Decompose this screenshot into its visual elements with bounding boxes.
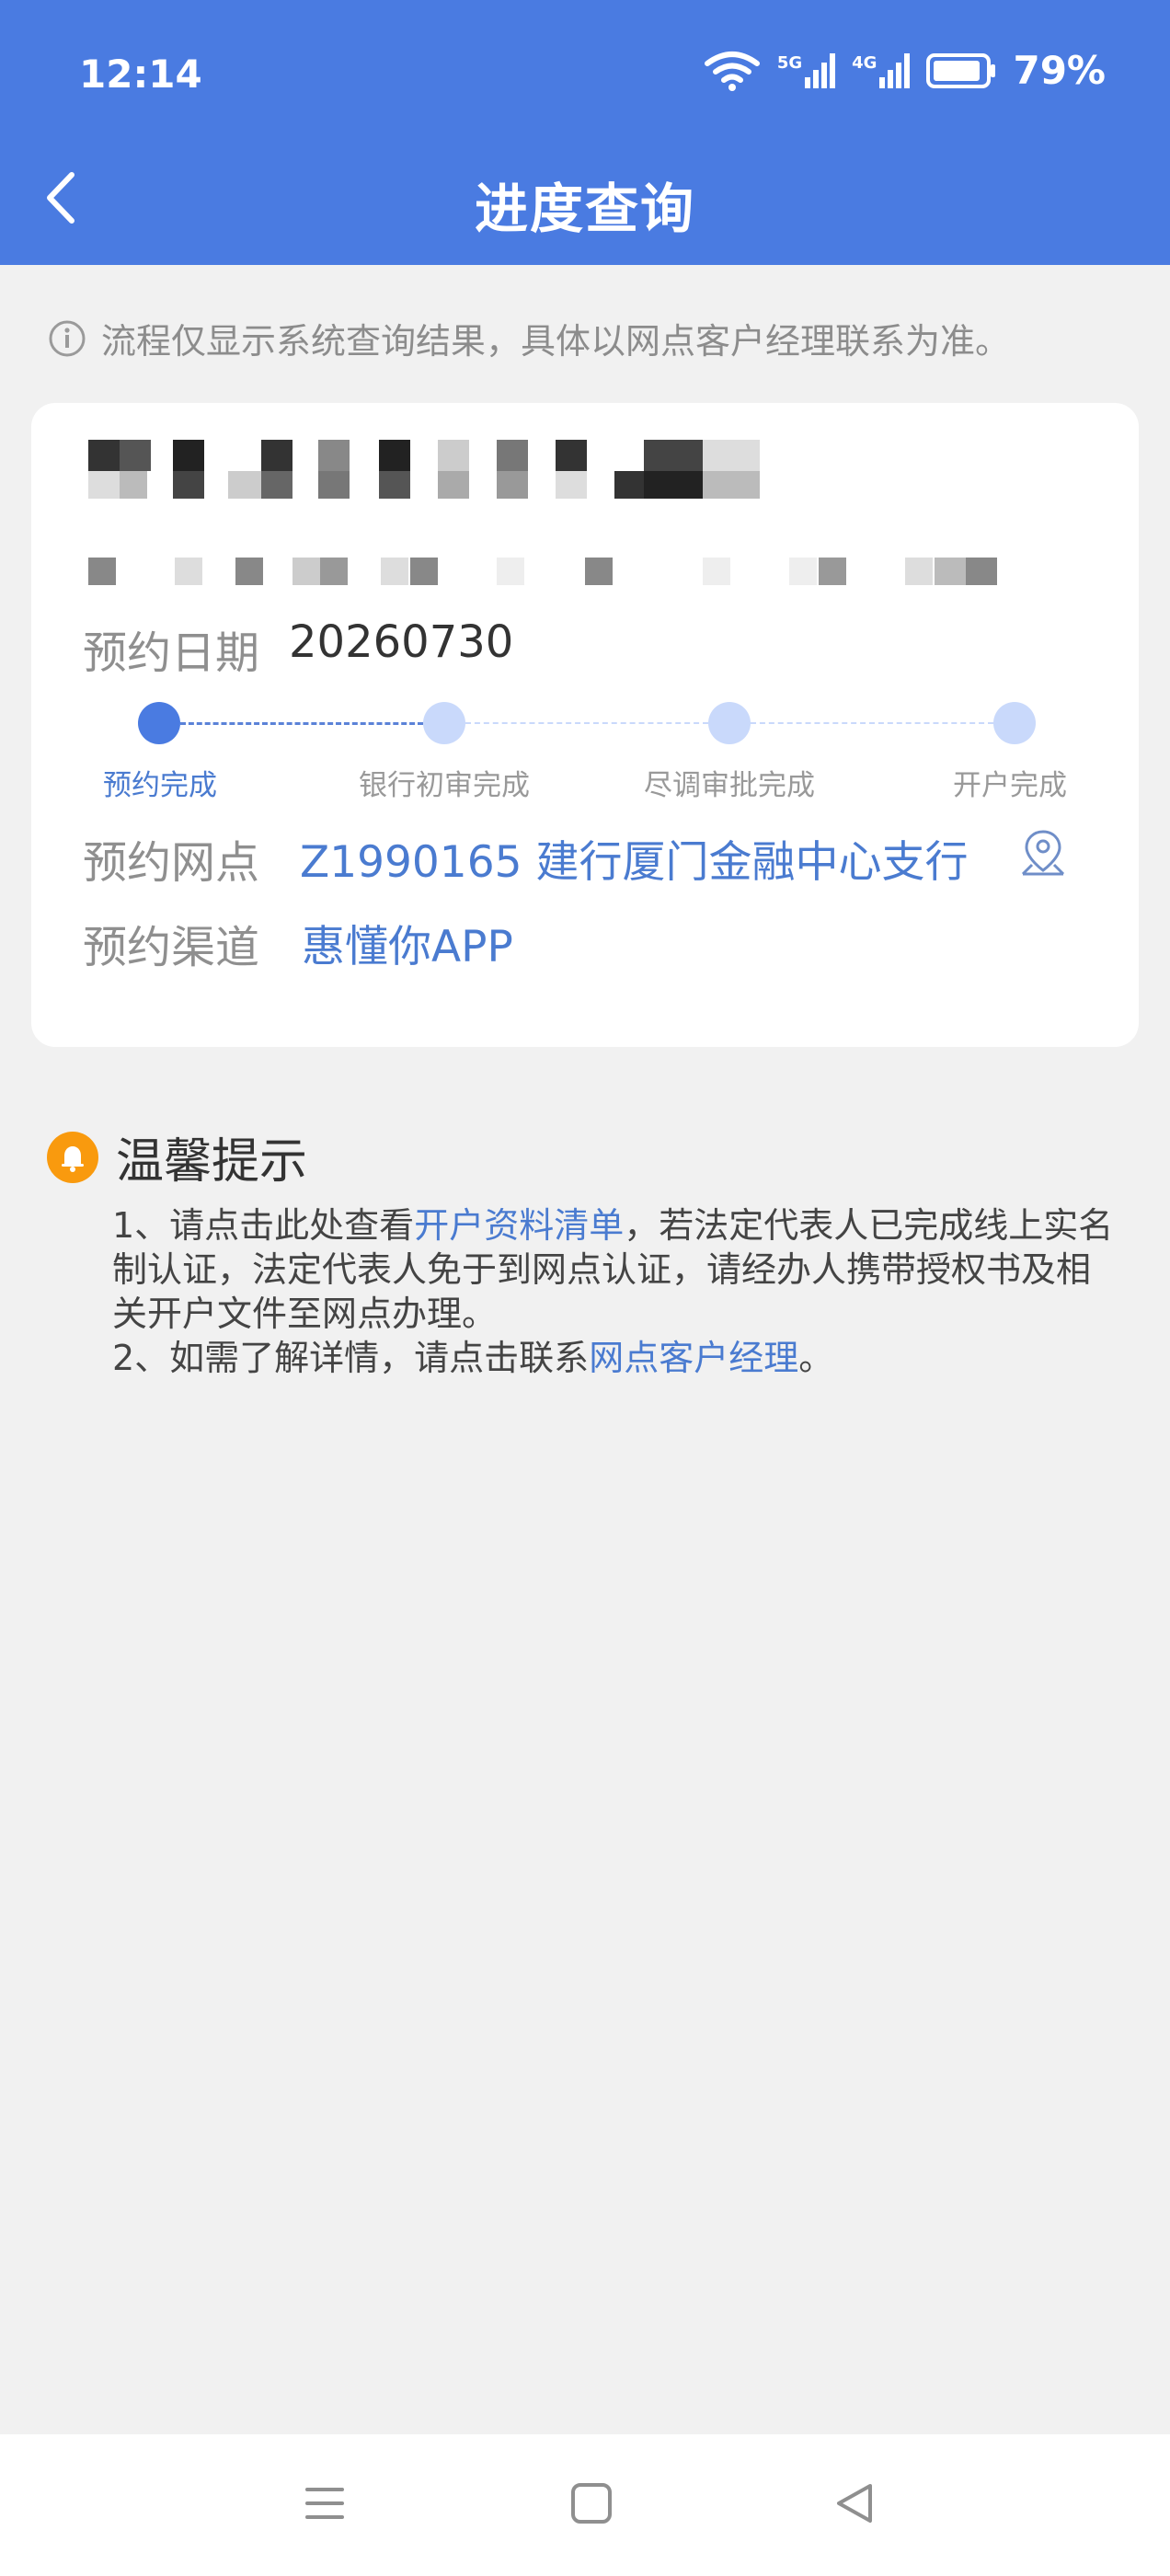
progress-connector-done [180,722,423,725]
tip-line-1: 1、请点击此处查看开户资料清单，若法定代表人已完成线上实名制认证，法定代表人免于… [112,1205,1114,1334]
info-notice: 流程仅显示系统查询结果，具体以网点客户经理联系为准。 [48,313,1010,363]
tips-title: 温馨提示 [116,1134,308,1190]
step-dot-initial-review [423,702,465,744]
status-icons: 5G 4G 79% [704,48,1106,93]
home-icon[interactable] [570,2482,613,2524]
tip-line-2: 2、如需了解详情，请点击联系网点客户经理。 [112,1338,834,1378]
progress-connector [465,722,708,724]
step-label-account-opened: 开户完成 [953,769,1067,802]
signal-5g-icon: 5G [777,52,836,88]
channel-label: 预约渠道 [83,922,260,973]
branch-label: 预约网点 [83,837,260,889]
branch-value[interactable]: Z1990165 建行厦门金融中心支行 [300,826,968,890]
tips-body: 1、请点击此处查看开户资料清单，若法定代表人已完成线上实名制认证，法定代表人免于… [112,1203,1115,1380]
status-time: 12:14 [79,52,202,97]
account-docs-list-link[interactable]: 开户资料清单 [414,1205,624,1246]
step-label-due-diligence: 尽调审批完成 [644,769,815,802]
signal-4g-icon: 4G [852,52,911,88]
info-icon [49,320,86,356]
step-label-initial-review: 银行初审完成 [359,769,530,802]
notice-text: 流程仅显示系统查询结果，具体以网点客户经理联系为准。 [101,321,1011,362]
step-label-appointment-done: 预约完成 [103,769,217,802]
appointment-date-label: 预约日期 [83,627,260,679]
page-title: 进度查询 [474,178,695,240]
battery-percentage: 79% [1013,48,1106,93]
step-dot-appointment-done [138,702,180,744]
bell-icon [47,1131,98,1183]
location-pin-icon[interactable] [1019,828,1067,878]
system-nav-bar [0,2434,1170,2576]
channel-value: 惠懂你APP [302,922,513,972]
battery-icon [926,52,996,88]
menu-icon[interactable] [304,2482,346,2524]
tips-header: 温馨提示 [46,1122,307,1191]
app-header: 12:14 5G 4G 79% 进度查询 [0,0,1170,265]
branch-manager-link[interactable]: 网点客户经理 [589,1338,798,1378]
back-triangle-icon[interactable] [833,2482,876,2524]
progress-connector [751,722,993,724]
step-dot-account-opened [993,702,1036,744]
appointment-date-value: 20260730 [289,616,514,668]
step-dot-due-diligence [708,702,751,744]
wifi-icon [704,51,760,91]
